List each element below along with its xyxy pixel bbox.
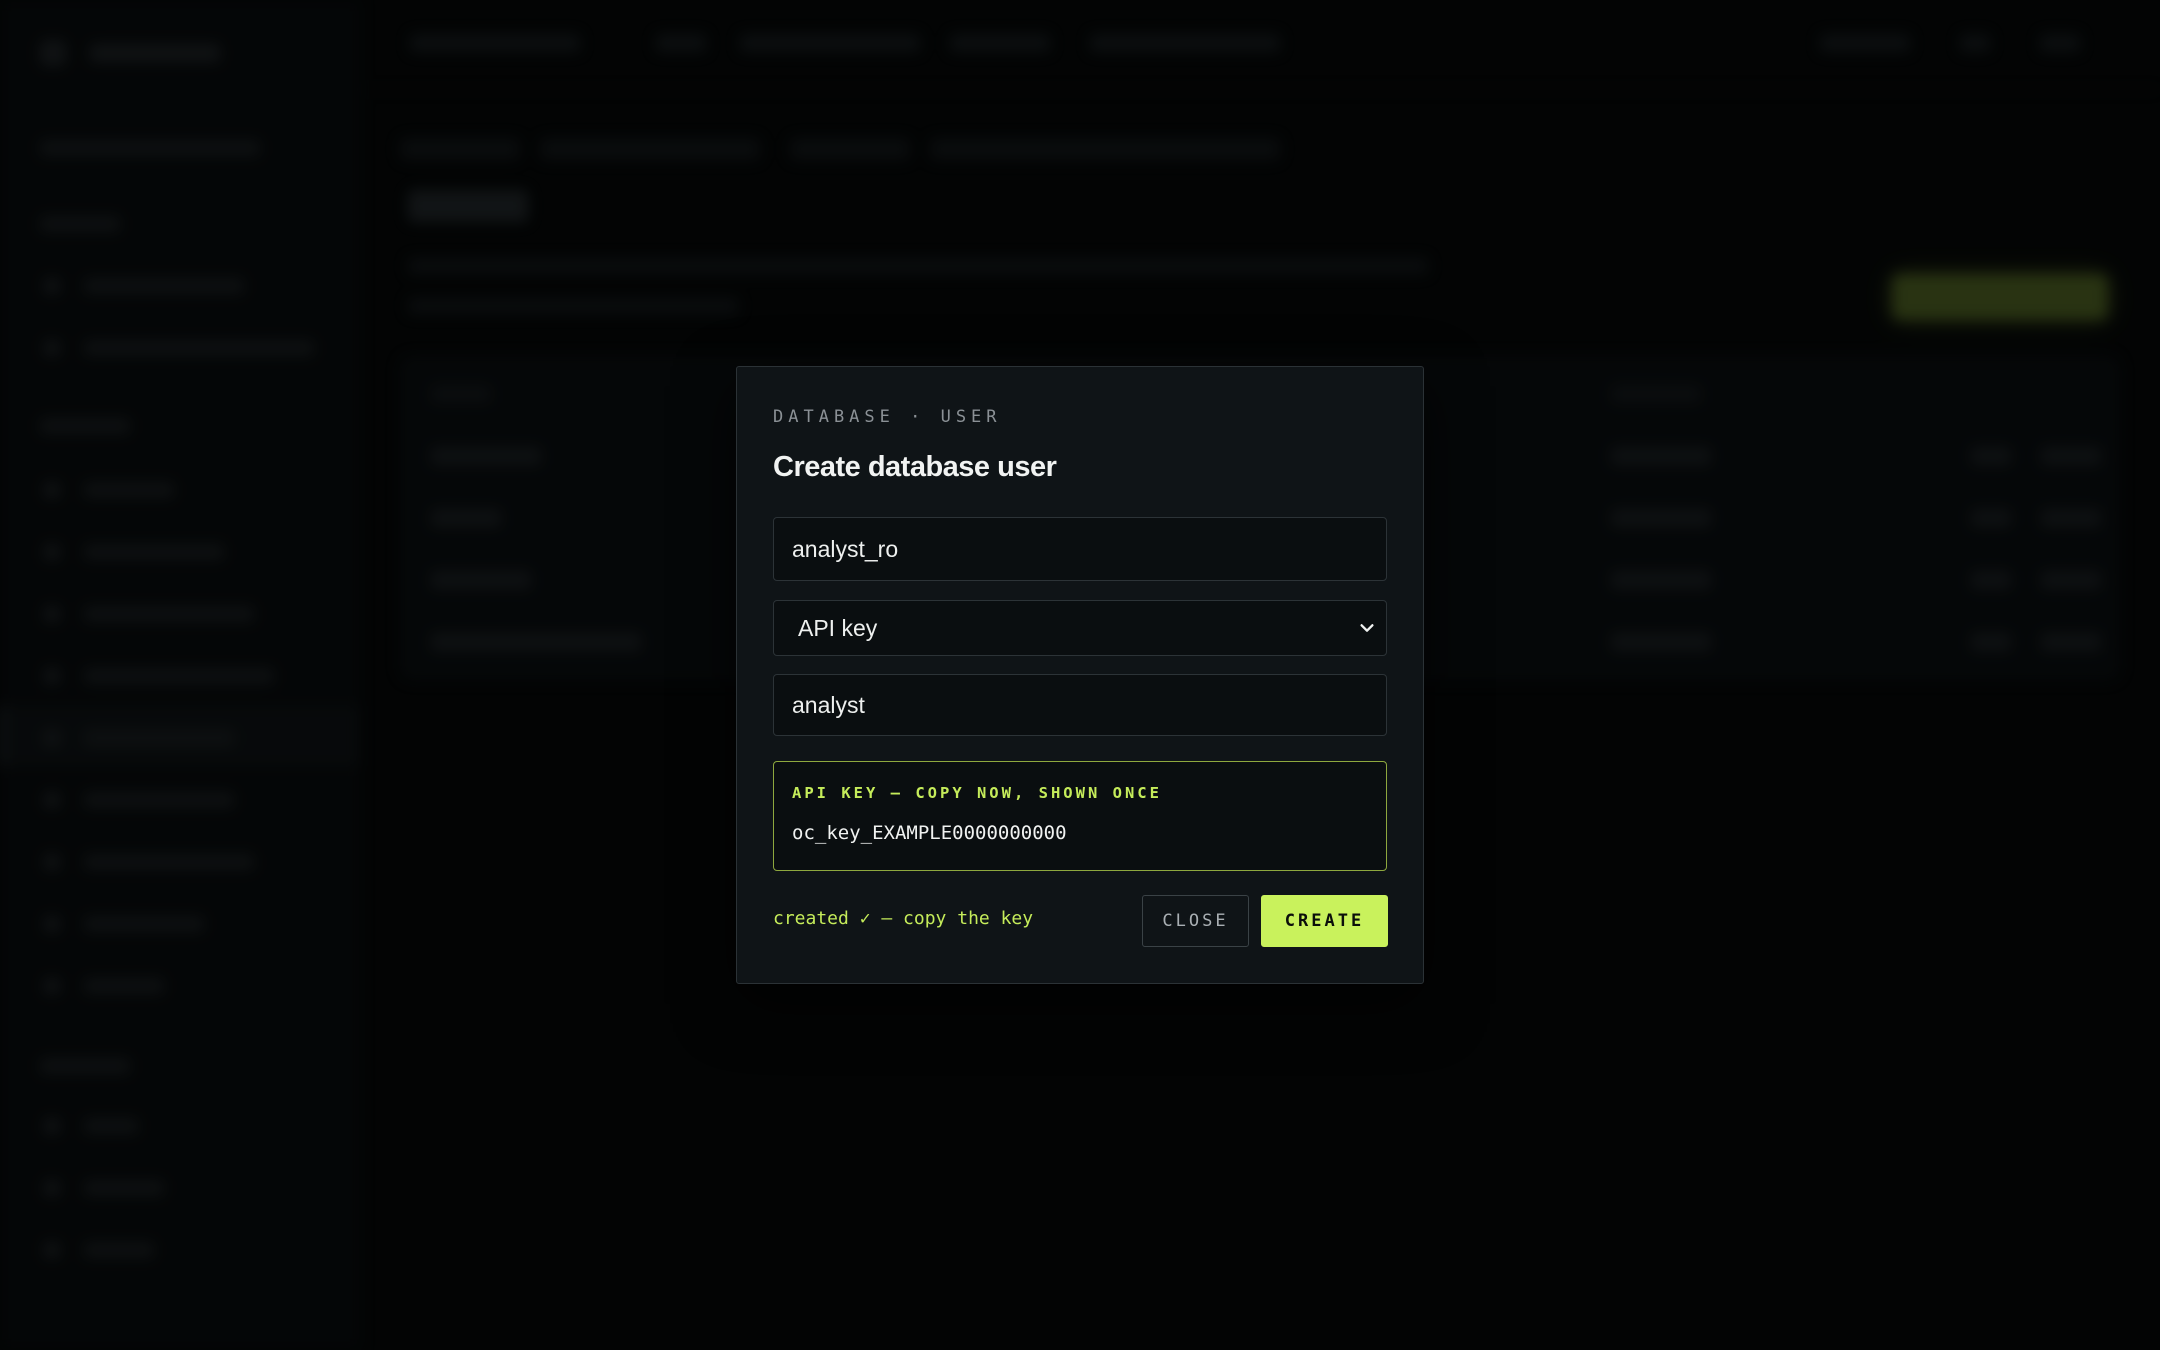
role-field[interactable]	[773, 674, 1387, 736]
api-key-value[interactable]: oc_key_EXAMPLE0000000000	[792, 822, 1067, 844]
api-key-box: API KEY — COPY NOW, SHOWN ONCE oc_key_EX…	[773, 761, 1387, 871]
status-message: created ✓ — copy the key	[773, 908, 1034, 929]
role-input[interactable]	[792, 675, 1368, 735]
api-key-label: API KEY — COPY NOW, SHOWN ONCE	[792, 784, 1162, 802]
dialog-eyebrow: DATABASE · USER	[773, 407, 1002, 427]
dialog-title: Create database user	[773, 451, 1057, 483]
chevron-down-icon	[1360, 624, 1374, 632]
auth-type-select[interactable]: API key	[773, 600, 1387, 656]
username-input[interactable]	[792, 518, 1368, 580]
create-user-dialog: DATABASE · USER Create database user API…	[736, 366, 1424, 984]
auth-type-selected-value: API key	[798, 614, 878, 641]
username-field[interactable]	[773, 517, 1387, 581]
close-button[interactable]: CLOSE	[1142, 895, 1249, 947]
create-button[interactable]: CREATE	[1261, 895, 1388, 947]
